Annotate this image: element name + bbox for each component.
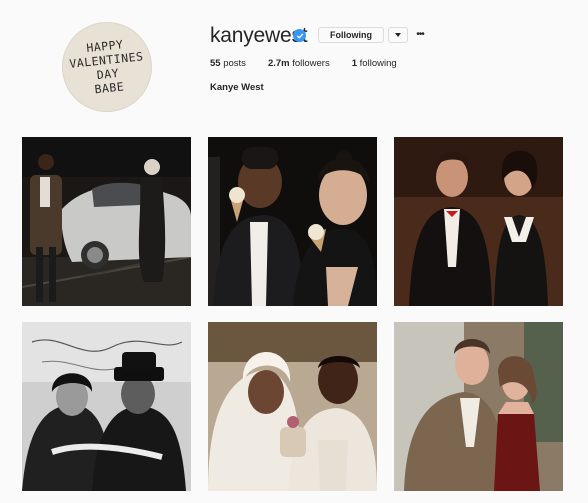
suggestions-dropdown-button[interactable]	[388, 27, 408, 43]
verified-badge-icon	[293, 29, 306, 42]
following-button[interactable]: Following	[318, 27, 384, 43]
avatar-handwritten-text: HAPPY VALENTINES DAY BABE	[68, 37, 144, 97]
posts-label: posts	[223, 58, 246, 69]
posts-count: 55	[210, 58, 221, 69]
post-thumbnail[interactable]	[208, 322, 377, 491]
post-image-wedding-couple	[208, 322, 377, 491]
followers-stat[interactable]: 2.7m followers	[268, 58, 330, 69]
post-thumbnail[interactable]	[394, 322, 563, 491]
post-thumbnail[interactable]	[22, 137, 191, 306]
posts-grid	[22, 137, 563, 503]
post-image-car-couple	[22, 137, 191, 306]
following-label: following	[359, 58, 397, 69]
post-thumbnail[interactable]	[208, 137, 377, 306]
profile-stats: 55 posts 2.7m followers 1 following	[210, 58, 419, 69]
followers-label: followers	[292, 58, 330, 69]
followers-count: 2.7m	[267, 58, 290, 69]
caret-down-icon	[395, 33, 401, 37]
profile-page: HAPPY VALENTINES DAY BABE kanyewest Foll…	[0, 0, 588, 503]
profile-full-name: Kanye West	[210, 82, 264, 93]
following-stat[interactable]: 1 following	[352, 58, 397, 69]
post-image-suit-red-dress-couple	[394, 322, 563, 491]
post-image-black-white-couple	[22, 322, 191, 491]
post-image-tuxedo-couple	[394, 137, 563, 306]
profile-avatar[interactable]: HAPPY VALENTINES DAY BABE	[62, 22, 152, 112]
following-count: 1	[351, 58, 358, 69]
post-thumbnail[interactable]	[394, 137, 563, 306]
post-image-ice-cream-couple	[208, 137, 377, 306]
more-options-icon[interactable]: •••	[413, 29, 427, 40]
posts-stat: 55 posts	[210, 58, 246, 69]
post-thumbnail[interactable]	[22, 322, 191, 491]
